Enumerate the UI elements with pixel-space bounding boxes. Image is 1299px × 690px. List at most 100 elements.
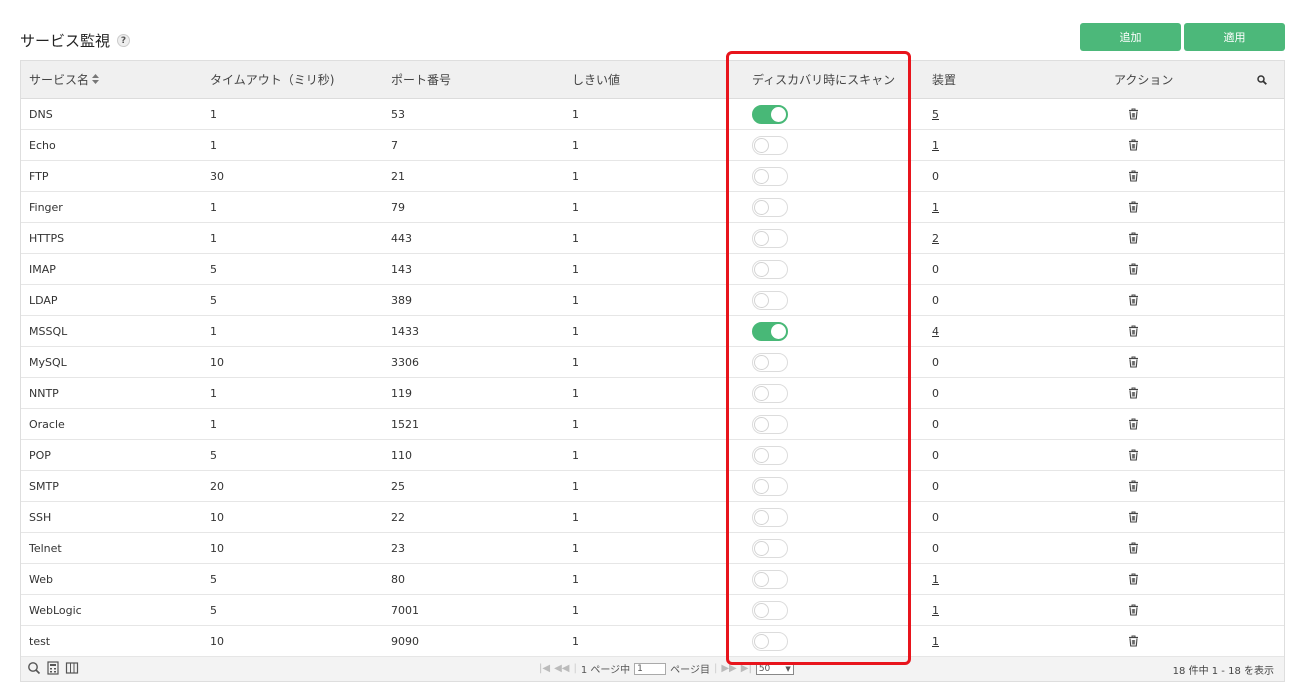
service-name: Telnet [29,541,62,555]
threshold-value: 1 [572,293,579,307]
discovery-scan-toggle[interactable] [752,259,788,279]
toggle-knob [754,447,769,463]
discovery-scan-cell [752,254,788,284]
timeout-value: 5 [210,603,217,617]
devices-count[interactable]: 1 [932,139,939,152]
trash-icon[interactable] [1128,564,1139,594]
devices-count: 0 [932,541,939,555]
discovery-scan-toggle[interactable] [752,352,788,372]
toggle-knob [754,292,769,308]
service-name: NNTP [29,386,59,400]
discovery-scan-toggle[interactable] [752,104,788,124]
toggle-knob [754,633,769,649]
timeout-value: 1 [210,200,217,214]
port-value: 7 [391,138,398,152]
port-value: 25 [391,479,405,493]
discovery-scan-cell [752,130,788,160]
discovery-scan-toggle[interactable] [752,538,788,558]
discovery-scan-toggle[interactable] [752,383,788,403]
last-page-icon[interactable]: ▶| [741,663,752,674]
search-icon[interactable] [1257,61,1267,98]
devices-count[interactable]: 2 [932,232,939,245]
trash-icon[interactable] [1128,223,1139,253]
threshold-value: 1 [572,417,579,431]
devices-count[interactable]: 1 [932,573,939,586]
trash-icon[interactable] [1128,626,1139,656]
discovery-scan-toggle[interactable] [752,476,788,496]
table-row: NNTP 1 119 1 0 [21,378,1284,409]
add-button[interactable]: 追加 [1080,23,1181,51]
trash-icon[interactable] [1128,378,1139,408]
toggle-knob [771,323,786,339]
first-page-icon[interactable]: |◀ [539,663,550,674]
devices-count[interactable]: 1 [932,201,939,214]
trash-icon[interactable] [1128,471,1139,501]
sort-icon[interactable] [92,73,100,86]
port-value: 80 [391,572,405,586]
table-row: MSSQL 1 1433 1 4 [21,316,1284,347]
trash-icon[interactable] [1128,440,1139,470]
devices-count: 0 [932,510,939,524]
table-row: SMTP 20 25 1 0 [21,471,1284,502]
devices-count[interactable]: 4 [932,325,939,338]
discovery-scan-toggle[interactable] [752,631,788,651]
discovery-scan-toggle[interactable] [752,507,788,527]
discovery-scan-toggle[interactable] [752,600,788,620]
trash-icon[interactable] [1128,595,1139,625]
port-value: 7001 [391,603,419,617]
devices-count[interactable]: 1 [932,604,939,617]
calculator-icon[interactable] [46,661,60,675]
trash-icon[interactable] [1128,316,1139,346]
apply-button[interactable]: 適用 [1184,23,1285,51]
discovery-scan-toggle[interactable] [752,321,788,341]
timeout-value: 1 [210,138,217,152]
devices-count[interactable]: 5 [932,108,939,121]
service-name: SSH [29,510,52,524]
page-number-input[interactable]: 1 [634,662,667,675]
devices-cell: 1 [932,595,939,625]
columns-icon[interactable] [65,661,79,675]
prev-page-icon[interactable]: ◀◀ [554,663,569,674]
port-value: 1521 [391,417,419,431]
discovery-scan-toggle[interactable] [752,445,788,465]
discovery-scan-toggle[interactable] [752,414,788,434]
next-page-icon[interactable]: ▶▶ [721,663,736,674]
trash-icon[interactable] [1128,409,1139,439]
port-value: 3306 [391,355,419,369]
discovery-scan-toggle[interactable] [752,197,788,217]
trash-icon[interactable] [1128,533,1139,563]
page-title: サービス監視 ? [20,30,131,51]
toggle-knob [754,137,769,153]
toggle-knob [754,509,769,525]
discovery-scan-toggle[interactable] [752,135,788,155]
toggle-knob [771,106,786,122]
threshold-value: 1 [572,572,579,586]
discovery-scan-cell [752,440,788,470]
trash-icon[interactable] [1128,130,1139,160]
trash-icon[interactable] [1128,254,1139,284]
discovery-scan-toggle[interactable] [752,166,788,186]
discovery-scan-toggle[interactable] [752,290,788,310]
trash-icon[interactable] [1128,285,1139,315]
timeout-value: 1 [210,107,217,121]
service-name: Oracle [29,417,65,431]
search-icon[interactable] [27,661,41,675]
timeout-value: 1 [210,231,217,245]
service-name: POP [29,448,51,462]
column-header-name[interactable]: サービス名 [29,61,100,98]
trash-icon[interactable] [1128,161,1139,191]
per-page-select[interactable]: 50 ▼ [755,662,794,675]
trash-icon[interactable] [1128,502,1139,532]
trash-icon[interactable] [1128,347,1139,377]
help-icon[interactable]: ? [117,34,131,47]
devices-count: 0 [932,417,939,431]
trash-icon[interactable] [1128,192,1139,222]
discovery-scan-toggle[interactable] [752,569,788,589]
column-header-timeout: タイムアウト（ミリ秒) [210,73,335,87]
trash-icon[interactable] [1128,99,1139,129]
devices-count[interactable]: 1 [932,635,939,648]
discovery-scan-toggle[interactable] [752,228,788,248]
threshold-value: 1 [572,479,579,493]
service-name: HTTPS [29,231,65,245]
footer-tools [27,661,79,675]
